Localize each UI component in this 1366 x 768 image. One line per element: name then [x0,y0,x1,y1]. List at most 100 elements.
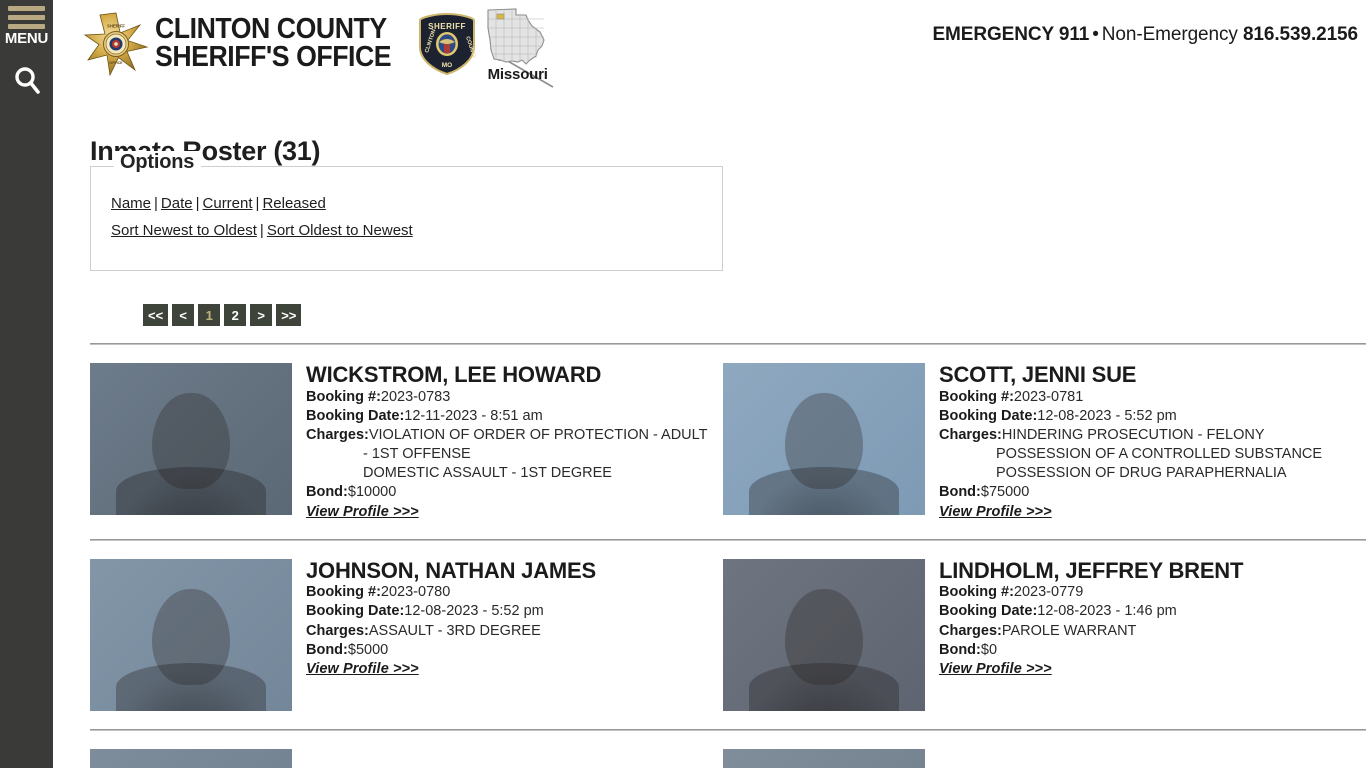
missouri-state-map-icon: Missouri [482,6,554,83]
inmate-mugshot[interactable] [90,748,292,768]
sheriff-shoulder-patch-icon: SHERIFF MO CLINTON COUNTY [418,12,477,76]
inmate-bond-label: Bond: [939,641,981,658]
svg-text:MO: MO [441,62,451,69]
mugshot-subject-body [116,662,266,711]
svg-text:OFFICE: OFFICE [109,61,123,65]
non-emergency-label: Non-Emergency [1101,24,1238,45]
pagination-page-2[interactable]: 2 [224,304,247,326]
inmate-mugshot[interactable] [90,558,292,711]
inmate-charge-additional: DOMESTIC ASSAULT - 1ST DEGREE [363,465,612,482]
view-profile-link[interactable]: View Profile >>> [306,504,419,520]
inmate-bond-label: Bond: [306,641,348,658]
inmate-booking-date: Booking Date:12-08-2023 - 5:52 pm [939,407,1356,426]
inmate-charge-value: VIOLATION OF ORDER OF PROTECTION - ADULT [368,427,708,443]
pagination-next[interactable]: > [250,304,273,326]
inmate-booking-date-value: 12-08-2023 - 5:52 pm [1037,407,1177,424]
options-link-sort-newest-to-oldest[interactable]: Sort Newest to Oldest [111,222,257,239]
inmate-details: WICKSTROM, LEE HOWARD Booking #:2023-0783… [306,363,723,521]
roster-row-content: WICKSTROM, LEE HOWARD Booking #:2023-0783… [90,345,1366,539]
inmate-bond-value: $5000 [347,641,389,658]
options-link-sort-oldest-to-newest[interactable]: Sort Oldest to Newest [267,222,413,239]
site-logo[interactable]: SHERIFF OFFICE CLINTON COUNTY SHERIFF'S … [83,6,554,83]
inmate-charge-label: Charges: [306,427,369,443]
inmate-bond: Bond:$75000 [939,483,1356,502]
inmate-name: SCOTT, JENNI SUE [939,362,1137,387]
inmate-mugshot[interactable] [723,748,925,768]
pagination-page-1[interactable]: 1 [198,304,221,326]
inmate-charge-value: HINDERING PROSECUTION - FELONY [1001,427,1265,443]
mugshot-image [723,363,925,515]
inmate-charge-label: Charges: [939,622,1002,639]
inmate-booking-number-label: Booking #: [306,388,381,405]
view-profile-link[interactable]: View Profile >>> [939,661,1052,677]
inmate-booking-number: Booking #:2023-0780 [306,583,723,602]
inmate-booking-date-label: Booking Date: [306,407,405,424]
roster-row: WICKSTROM, LEE HOWARD Booking #:2023-0783… [90,343,1366,539]
roster-row-content: JOHNSON, NATHAN JAMES Booking #:2023-0780… [90,541,1366,729]
options-separator: | [195,195,200,212]
mugshot-subject-body [749,467,899,515]
options-link-released[interactable]: Released [262,195,325,212]
inmate-entry [723,748,1356,768]
svg-text:SHERIFF: SHERIFF [107,24,125,29]
main-content: Inmate Roster (31) Options Name | Date | Cur… [53,88,1366,768]
emergency-911-label: EMERGENCY 911 [932,24,1090,45]
inmate-bond: Bond:$0 [939,641,1356,660]
options-link-date[interactable]: Date [161,195,193,212]
pagination-prev[interactable]: < [172,304,195,326]
inmate-name: JOHNSON, NATHAN JAMES [306,557,596,583]
inmate-name: WICKSTROM, LEE HOWARD [306,362,602,387]
inmate-charge-label: Charges: [939,427,1002,443]
site-logo-title: CLINTON COUNTY SHERIFF'S OFFICE [155,15,392,72]
inmate-roster-list: WICKSTROM, LEE HOWARD Booking #:2023-0783… [90,343,1366,768]
inmate-booking-date-value: 12-11-2023 - 8:51 am [404,407,543,424]
view-profile-link[interactable]: View Profile >>> [939,504,1052,520]
menu-label[interactable]: MENU [0,30,53,47]
pagination-last[interactable]: >> [276,304,302,326]
inmate-booking-date-label: Booking Date: [306,603,405,620]
inmate-charge: Charges:HINDERING PROSECUTION - FELONY [939,426,1356,445]
options-separator: | [259,222,264,239]
view-profile-link[interactable]: View Profile >>> [306,661,419,677]
inmate-charge-value: ASSAULT - 3RD DEGREE [368,622,541,639]
left-sidebar-rail: MENU [0,0,53,768]
state-label: Missouri [487,66,548,83]
inmate-booking-date-label: Booking Date: [939,407,1038,424]
inmate-booking-date: Booking Date:12-08-2023 - 1:46 pm [939,602,1356,621]
inmate-booking-number: Booking #:2023-0779 [939,583,1356,602]
options-sort-row: Sort Newest to Oldest | Sort Oldest to New… [111,222,413,239]
inmate-details: LINDHOLM, JEFFREY BRENT Booking #:2023-07… [939,558,1356,678]
mugshot-image [723,558,925,711]
inmate-mugshot[interactable] [723,363,925,515]
inmate-booking-number-label: Booking #: [939,388,1014,405]
options-separator: | [154,195,158,212]
roster-row-content [90,731,1366,768]
inmate-booking-number-label: Booking #: [939,584,1014,601]
inmate-booking-number-value: 2023-0780 [380,584,451,601]
inmate-charge: Charges:VIOLATION OF ORDER OF PROTECTION… [306,426,723,445]
pagination: << <1 2 > >> [143,304,302,326]
mugshot-subject-body [749,662,899,711]
inmate-mugshot[interactable] [723,558,925,711]
options-link-current[interactable]: Current [203,195,253,212]
inmate-mugshot[interactable] [90,363,292,515]
inmate-booking-number-value: 2023-0781 [1013,388,1084,405]
pagination-first[interactable]: << [143,304,169,326]
inmate-bond-label: Bond: [939,484,981,501]
inmate-bond: Bond:$10000 [306,483,723,502]
options-link-name[interactable]: Name [111,195,151,212]
search-icon[interactable] [0,58,53,104]
inmate-booking-number: Booking #:2023-0783 [306,388,723,407]
non-emergency-phone[interactable]: 816.539.2156 [1243,24,1358,45]
inmate-booking-date-label: Booking Date: [939,603,1038,620]
inmate-booking-date-value: 12-08-2023 - 5:52 pm [404,603,544,620]
inmate-charge: Charges:ASSAULT - 3RD DEGREE [306,622,723,641]
emergency-contact-bar: EMERGENCY 911 • Non-Emergency 816.539.2156 [932,24,1358,46]
sheriff-star-badge-icon: SHERIFF OFFICE [83,11,149,77]
inmate-booking-date-value: 12-08-2023 - 1:46 pm [1037,603,1177,620]
hamburger-bar [8,15,45,20]
mugshot-image [723,748,925,768]
inmate-booking-number-label: Booking #: [306,584,381,601]
mugshot-subject-body [116,467,266,515]
inmate-booking-number-value: 2023-0779 [1013,584,1084,601]
